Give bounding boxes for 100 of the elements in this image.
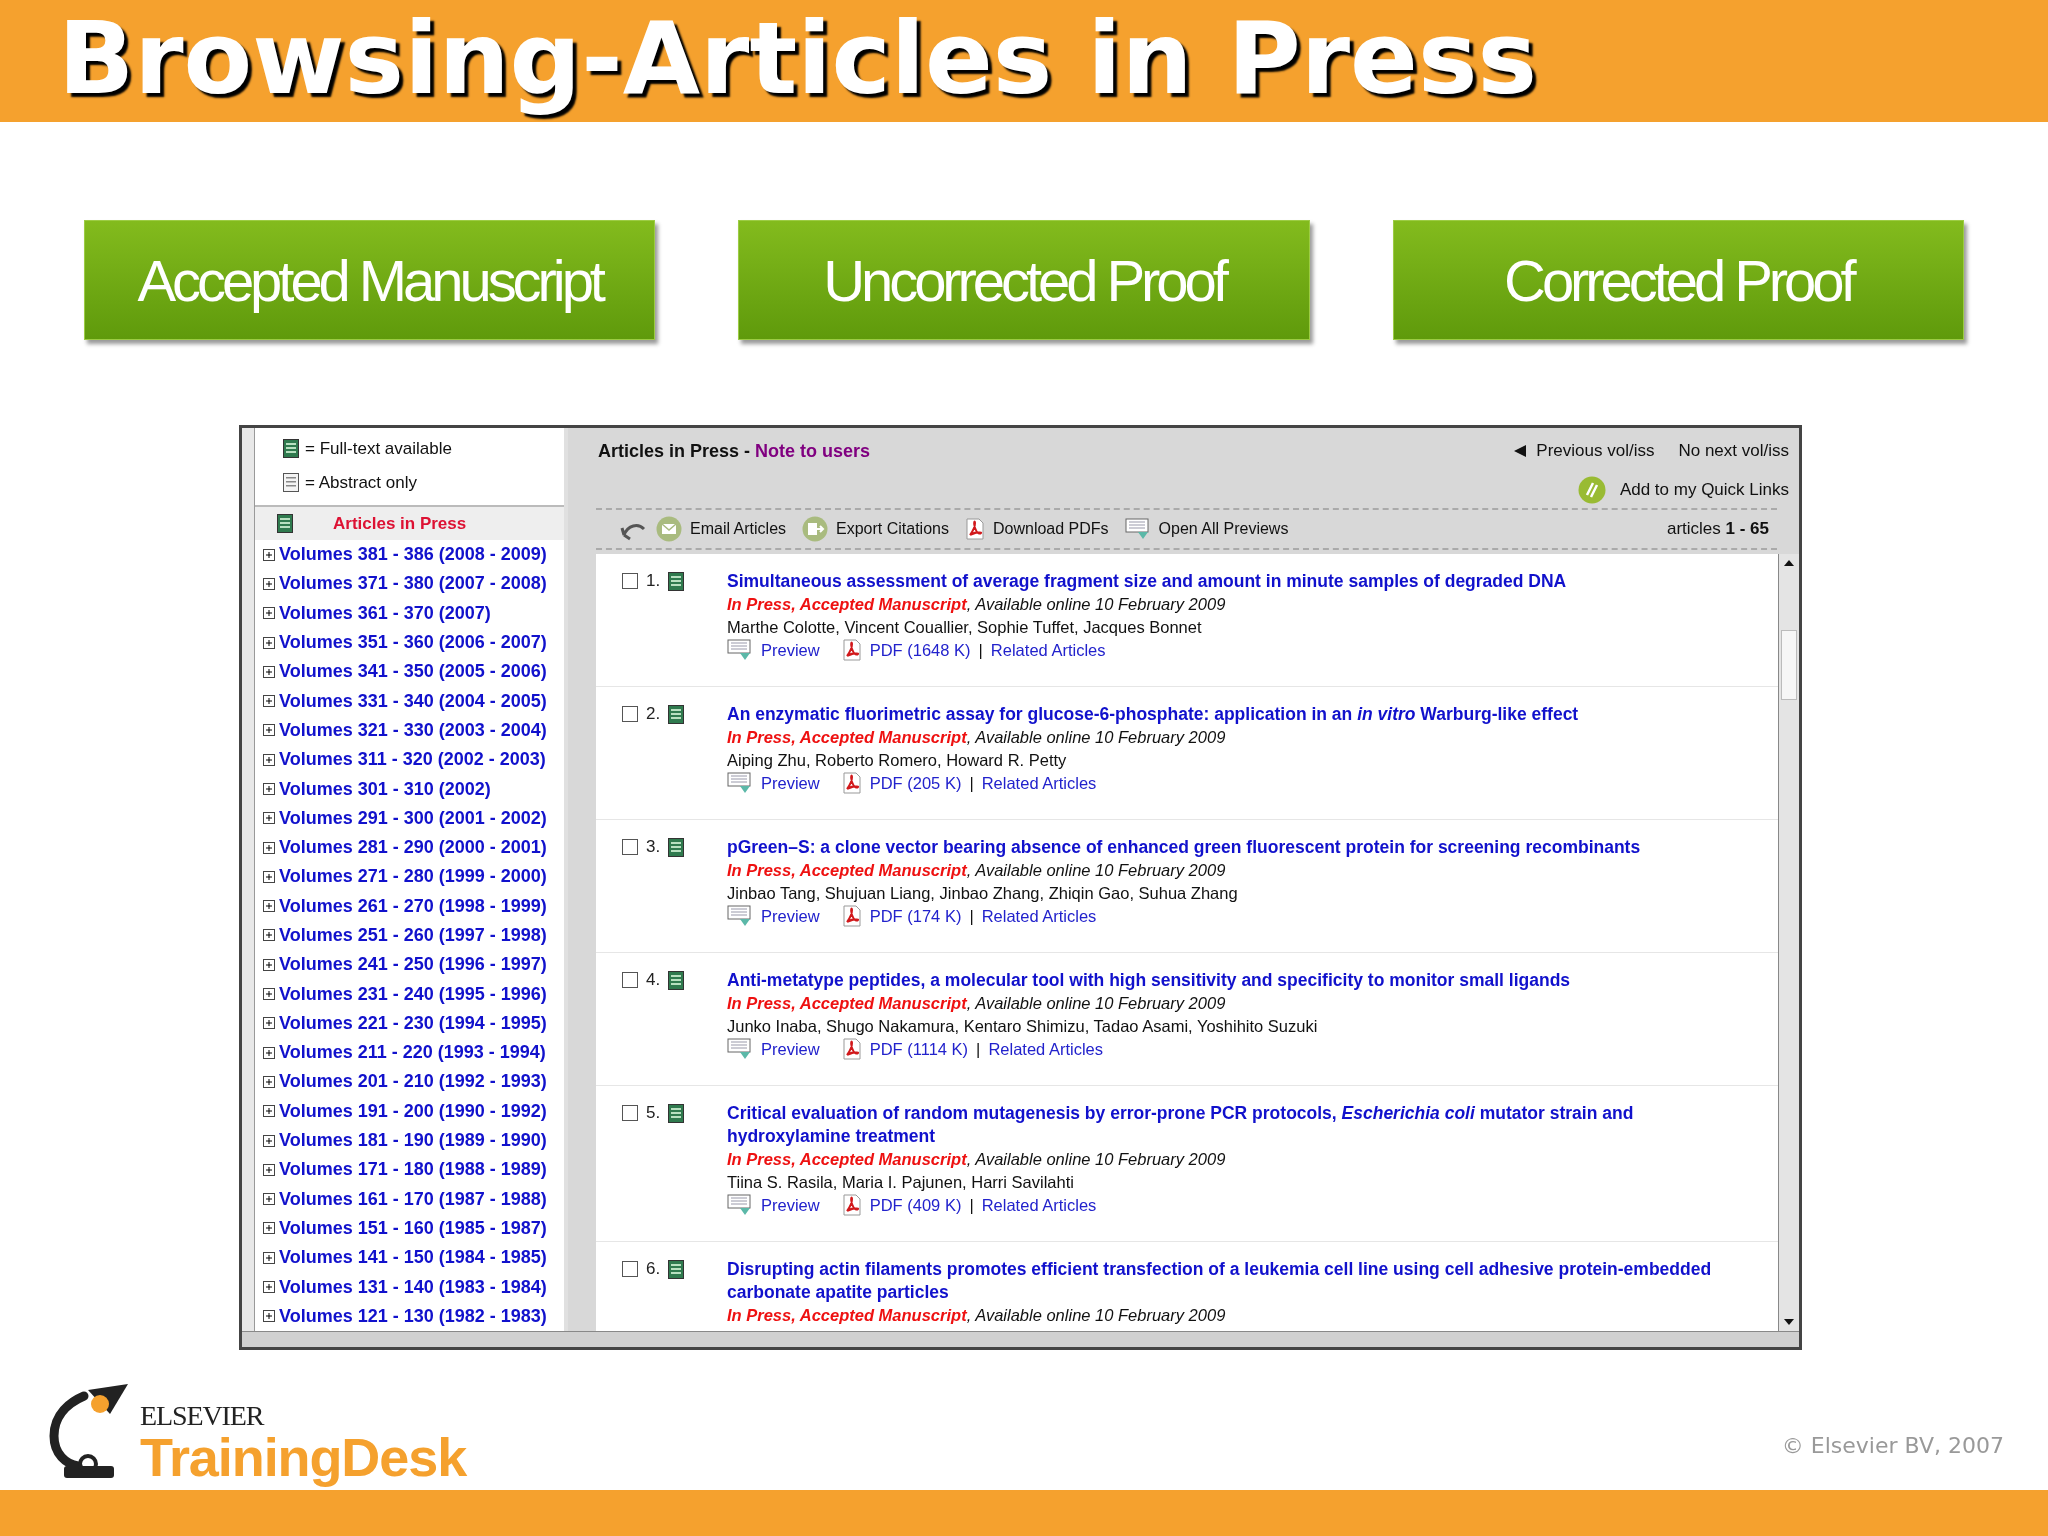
expand-icon[interactable] xyxy=(263,724,275,737)
expand-icon[interactable] xyxy=(263,636,275,649)
section-title: Articles in Press - Note to users xyxy=(598,440,871,463)
previous-link[interactable]: Previous vol/iss xyxy=(1514,438,1655,464)
related-articles-link[interactable]: Related Articles xyxy=(990,638,1106,662)
volume-link[interactable]: Volumes 141 - 150 (1984 - 1985) xyxy=(279,1244,547,1272)
toolbar-action[interactable]: Download PDFs xyxy=(964,516,1109,541)
expand-icon[interactable] xyxy=(263,695,275,708)
expand-icon[interactable] xyxy=(263,1105,275,1118)
related-articles-link[interactable]: Related Articles xyxy=(981,1193,1097,1217)
volume-link[interactable]: Volumes 191 - 200 (1990 - 1992) xyxy=(279,1097,547,1125)
copyright-text: © Elsevier BV, 2007 xyxy=(1781,1432,2004,1460)
toolbar-action[interactable]: Email Articles xyxy=(656,515,787,542)
preview-link[interactable]: Preview xyxy=(761,1193,820,1217)
volume-link[interactable]: Volumes 171 - 180 (1988 - 1989) xyxy=(279,1156,547,1184)
expand-icon[interactable] xyxy=(263,870,275,883)
checkbox[interactable] xyxy=(622,972,638,988)
expand-icon[interactable] xyxy=(263,1193,275,1206)
volume-link[interactable]: Volumes 211 - 220 (1993 - 1994) xyxy=(279,1039,546,1067)
article-title[interactable]: Simultaneous assessment of average fragment size and amount in minute samples of degraded DNA xyxy=(727,569,1757,593)
volume-link[interactable]: Volumes 361 - 370 (2007) xyxy=(279,599,491,627)
expand-icon[interactable] xyxy=(263,1281,275,1294)
volume-link[interactable]: Volumes 121 - 130 (1982 - 1983) xyxy=(279,1302,547,1330)
toolbar-action[interactable]: Export Citations xyxy=(802,515,949,542)
link-separator: | xyxy=(969,772,974,794)
article-title[interactable]: An enzymatic fluorimetric assay for glucose-6-phosphate: application in an in vitro Warburg-like effect xyxy=(727,702,1757,726)
expand-icon[interactable] xyxy=(263,1310,275,1323)
volume-link[interactable]: Volumes 131 - 140 (1983 - 1984) xyxy=(279,1273,547,1301)
volume-link[interactable]: Volumes 381 - 386 (2008 - 2009) xyxy=(279,541,547,569)
checkbox[interactable] xyxy=(622,573,638,589)
note-link[interactable]: Note to users xyxy=(755,441,871,461)
expand-icon[interactable] xyxy=(263,548,275,561)
scrollbar[interactable] xyxy=(1779,553,1799,1331)
horizontal-scrollbar[interactable] xyxy=(242,1331,1799,1347)
scroll-thumb[interactable] xyxy=(1781,629,1797,700)
sidebar-item[interactable]: Articles in Press xyxy=(255,507,564,540)
volume-link[interactable]: Volumes 331 - 340 (2004 - 2005) xyxy=(279,687,547,715)
volume-link[interactable]: Volumes 311 - 320 (2002 - 2003) xyxy=(279,746,546,774)
volume-link[interactable]: Volumes 321 - 330 (2003 - 2004) xyxy=(279,716,547,744)
article-number: 1. xyxy=(646,570,661,593)
volume-link[interactable]: Volumes 281 - 290 (2000 - 2001) xyxy=(279,834,547,862)
checkbox[interactable] xyxy=(622,1261,638,1277)
volume-link[interactable]: Volumes 231 - 240 (1995 - 1996) xyxy=(279,980,547,1008)
checkbox[interactable] xyxy=(622,706,638,722)
volume-link[interactable]: Volumes 251 - 260 (1997 - 1998) xyxy=(279,922,547,949)
expand-icon[interactable] xyxy=(263,1163,275,1176)
volume-link[interactable]: Volumes 341 - 350 (2005 - 2006) xyxy=(279,658,547,686)
expand-icon[interactable] xyxy=(263,841,275,854)
preview-link[interactable]: Preview xyxy=(761,638,820,662)
article-title[interactable]: Critical evaluation of random mutagenesis by error-prone PCR protocols, Escherichia coli mutator strain and hydroxylamine treatment xyxy=(727,1101,1757,1148)
expand-icon[interactable] xyxy=(263,1134,275,1147)
expand-icon[interactable] xyxy=(263,812,275,825)
volume-link[interactable]: Volumes 151 - 160 (1985 - 1987) xyxy=(279,1214,547,1242)
article-number: 6. xyxy=(646,1258,661,1281)
expand-icon[interactable] xyxy=(263,929,275,942)
article-title[interactable]: pGreen–S: a clone vector bearing absence of enhanced green fluorescent protein for screening recombinants xyxy=(727,835,1757,859)
related-articles-link[interactable]: Related Articles xyxy=(988,1037,1104,1061)
expand-icon[interactable] xyxy=(263,607,275,620)
volume-link[interactable]: Volumes 221 - 230 (1994 - 1995) xyxy=(279,1009,547,1037)
expand-icon[interactable] xyxy=(263,958,275,971)
volume-link[interactable]: Volumes 351 - 360 (2006 - 2007) xyxy=(279,629,547,656)
volume-link[interactable]: Volumes 201 - 210 (1992 - 1993) xyxy=(279,1068,547,1096)
volume-link[interactable]: Volumes 271 - 280 (1999 - 2000) xyxy=(279,863,547,891)
volume-link[interactable]: Volumes 241 - 250 (1996 - 1997) xyxy=(279,951,547,979)
expand-icon[interactable] xyxy=(263,1222,275,1235)
volume-link[interactable]: Volumes 371 - 380 (2007 - 2008) xyxy=(279,570,547,598)
preview-link[interactable]: Preview xyxy=(761,904,820,928)
related-articles-link[interactable]: Related Articles xyxy=(981,771,1097,795)
expand-icon[interactable] xyxy=(263,988,275,1001)
article-title[interactable]: Anti-metatype peptides, a molecular tool with high sensitivity and specificity to monitor small ligands xyxy=(727,968,1757,992)
volume-link[interactable]: Volumes 261 - 270 (1998 - 1999) xyxy=(279,892,547,920)
pdf-link[interactable]: PDF (174 K) xyxy=(869,904,962,928)
toolbar-action[interactable]: Open All Previews xyxy=(1124,516,1289,541)
pdf-link[interactable]: PDF (409 K) xyxy=(869,1193,962,1217)
pdf-link[interactable]: PDF (1114 K) xyxy=(869,1037,969,1061)
expand-icon[interactable] xyxy=(263,783,275,795)
expand-icon[interactable] xyxy=(263,1251,275,1264)
volume-link[interactable]: Volumes 301 - 310 (2002) xyxy=(279,775,491,803)
expand-icon[interactable] xyxy=(263,665,275,678)
article-title[interactable]: Disrupting actin filaments promotes efficient transfection of a leukemia cell line using cell adhesive protein-embedded carbonate apatite particles xyxy=(727,1257,1757,1304)
checkbox[interactable] xyxy=(622,839,638,855)
expand-icon[interactable] xyxy=(263,1017,275,1030)
expand-icon[interactable] xyxy=(263,577,275,590)
volume-link[interactable]: Volumes 291 - 300 (2001 - 2002) xyxy=(279,804,547,832)
legend-label: = Abstract only xyxy=(305,471,417,494)
expand-icon[interactable] xyxy=(263,1075,275,1088)
slide-title: Browsing-Articles in Press xyxy=(58,0,1538,119)
volume-link[interactable]: Volumes 161 - 170 (1987 - 1988) xyxy=(279,1185,547,1213)
pdf-link[interactable]: PDF (1648 K) xyxy=(869,638,971,662)
expand-icon[interactable] xyxy=(263,753,275,766)
related-articles-link[interactable]: Related Articles xyxy=(981,904,1097,928)
expand-icon[interactable] xyxy=(263,1046,275,1059)
volume-link[interactable]: Volumes 181 - 190 (1989 - 1990) xyxy=(279,1127,547,1155)
preview-link[interactable]: Preview xyxy=(761,1037,820,1061)
expand-icon[interactable] xyxy=(263,900,275,913)
preview-link[interactable]: Preview xyxy=(761,771,820,795)
article-status: In Press, Accepted Manuscript xyxy=(727,727,967,746)
quick-links-button[interactable]: Add to my Quick Links xyxy=(1577,475,1789,504)
checkbox[interactable] xyxy=(622,1105,638,1121)
pdf-link[interactable]: PDF (205 K) xyxy=(869,771,962,795)
